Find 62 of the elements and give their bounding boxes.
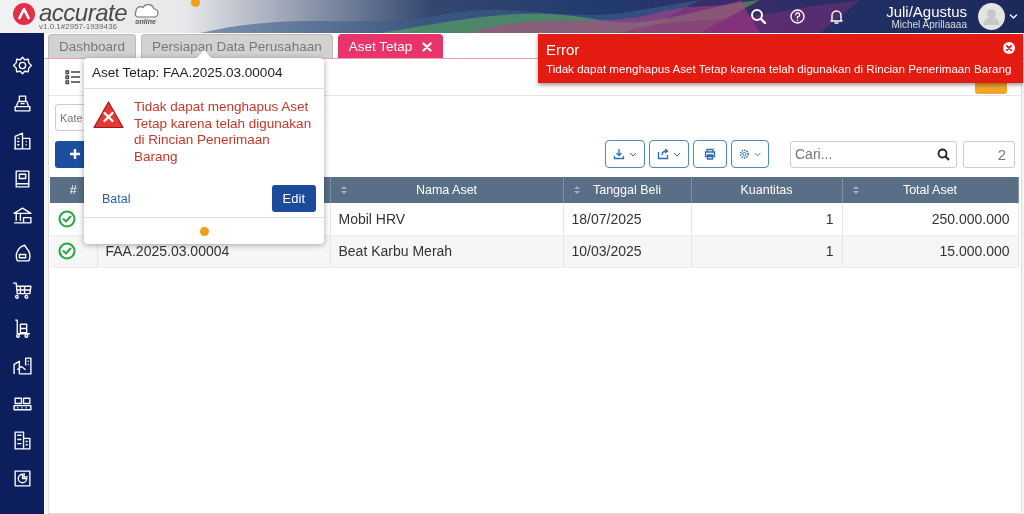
toast-title: Error [546, 41, 580, 58]
gear-icon [739, 148, 750, 160]
user-name: Michel Aprillaaaa [891, 19, 967, 30]
check-circle-icon [58, 242, 76, 260]
help-icon[interactable] [789, 8, 807, 25]
version-text: v1.0.1#2957-1939436 [39, 23, 118, 31]
warehouse-icon[interactable] [11, 355, 33, 376]
close-icon[interactable] [422, 41, 433, 52]
tab[interactable]: Persiapan Data Perusahaan [141, 34, 333, 58]
table-cell: Mobil HRV [330, 203, 563, 235]
table-cell: 1 [691, 235, 842, 267]
print-icon [704, 148, 716, 160]
status-dot [191, 0, 201, 7]
cloud-icon [132, 4, 160, 18]
gear-icon[interactable] [11, 55, 33, 76]
cart-icon[interactable] [11, 280, 33, 301]
table-cell: 1 [691, 203, 842, 235]
chevron-icon [753, 150, 761, 158]
tab[interactable]: Aset Tetap [337, 34, 444, 58]
search-icon[interactable] [937, 147, 950, 161]
plus-icon [69, 148, 81, 160]
print-button[interactable] [693, 140, 727, 168]
column-header[interactable]: Nama Aset [330, 177, 563, 203]
avatar-icon[interactable] [978, 3, 1005, 30]
chevron-icon[interactable] [1009, 12, 1018, 21]
search-icon[interactable] [750, 8, 768, 25]
toast-message: Tidak dapat menghapus Aset Tetap karena telah digunakan di Rincian Penerimaan Barang [546, 61, 1012, 76]
table-cell: 250.000.000 [842, 203, 1018, 235]
report-icon[interactable] [11, 467, 33, 489]
logo-icon [13, 3, 35, 25]
table-cell: Beat Karbu Merah [330, 235, 563, 267]
record-count: 2 [963, 140, 1015, 168]
export-icon [657, 148, 669, 160]
table-cell: 18/07/2025 [563, 203, 691, 235]
list-icon[interactable] [65, 69, 81, 85]
logo-text: accurate [39, 2, 128, 23]
warning-icon [93, 101, 124, 129]
edit-button[interactable]: Edit [271, 185, 316, 212]
popup-title: Aset Tetap: FAA.2025.03.00004 [84, 58, 324, 89]
chevron-icon [673, 150, 681, 158]
export-button[interactable] [649, 140, 689, 168]
period-label: Juli/Agustus [886, 3, 967, 19]
cancel-link[interactable]: Batal [102, 191, 131, 206]
download-button[interactable] [605, 140, 645, 168]
column-header[interactable]: Total Aset [842, 177, 1018, 203]
error-message: Tidak dapat menghapus Aset Tetap karena telah digunakan di Rincian Penerimaan Barang [134, 99, 313, 166]
chevron-icon [629, 150, 637, 158]
table-cell: 15.000.000 [842, 235, 1018, 267]
table-cell: 10/03/2025 [563, 235, 691, 267]
status-dot [199, 226, 209, 236]
tab[interactable]: Dashboard [48, 34, 137, 58]
column-header[interactable]: Tanggal Beli [563, 177, 691, 203]
settings-button[interactable] [731, 140, 769, 168]
check-circle-icon [58, 209, 76, 228]
cash-register-icon[interactable] [11, 92, 33, 114]
column-header: Kuantitas [691, 177, 842, 203]
close-icon[interactable] [1003, 42, 1015, 54]
tax-document-icon[interactable] [11, 430, 33, 451]
download-icon [613, 148, 625, 160]
bank-icon[interactable] [11, 205, 33, 226]
building-icon[interactable] [11, 130, 33, 151]
search-field[interactable]: Cari... [790, 140, 957, 168]
